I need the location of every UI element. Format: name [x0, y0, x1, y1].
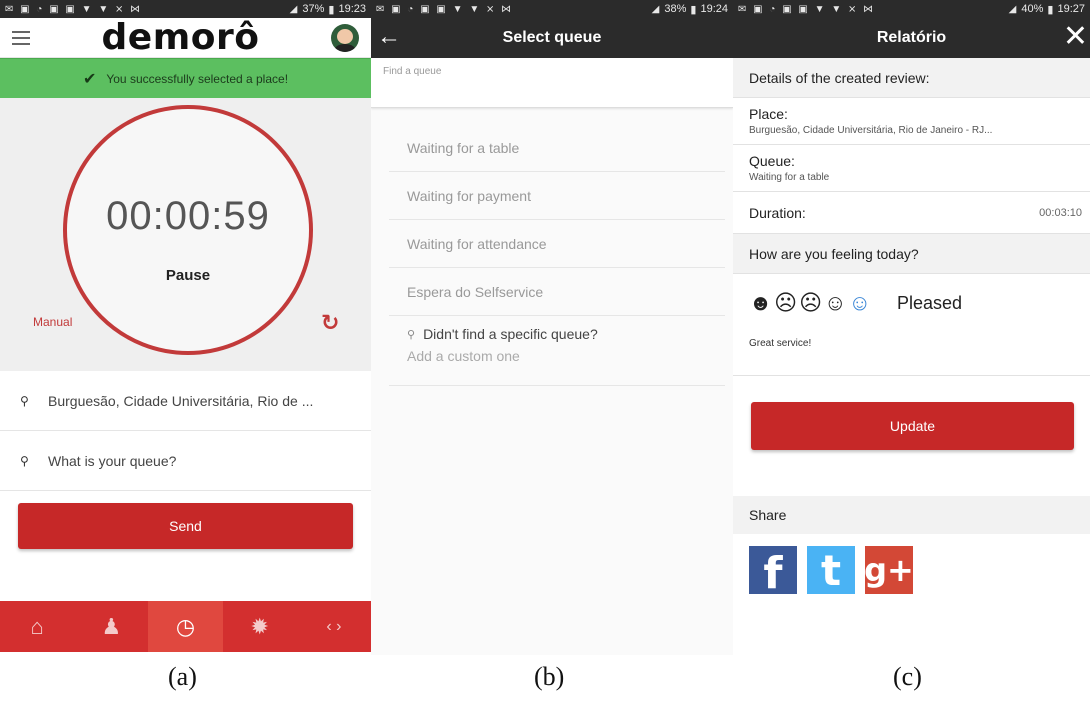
back-arrow-icon[interactable]: ← — [377, 23, 401, 51]
send-button[interactable]: Send — [18, 503, 353, 549]
status-bar: ✉ ▣ ◔ ▣ ▣ ▼ ▼ ⨯ ⋈ ◢ 38% ▮ 19:24 — [371, 0, 733, 18]
neutral-face-icon[interactable]: ☹ — [799, 290, 822, 316]
signal-icon: ◢ — [289, 3, 299, 15]
clock-time: 19:24 — [700, 3, 728, 15]
avatar[interactable] — [330, 23, 359, 52]
battery-icon: ▮ — [690, 3, 697, 16]
location-pin-icon: ⚲ — [20, 393, 29, 408]
queue-item[interactable]: Espera do Selfservice — [389, 268, 725, 316]
app-header: demorô — [0, 17, 371, 58]
home-icon: ⌂ — [30, 613, 44, 639]
signal-icon: ◢ — [651, 3, 661, 15]
duration-value: 00:03:10 — [1039, 206, 1082, 219]
battery-level: 37% — [302, 3, 325, 15]
place-value: Burguesão, Cidade Universitária, Rio de … — [749, 125, 993, 136]
smile-face-icon[interactable]: ☺ — [824, 290, 846, 316]
add-custom-link[interactable]: Add a custom one — [407, 348, 725, 364]
comment-input[interactable]: Great service! — [733, 332, 1090, 376]
update-button[interactable]: Update — [751, 402, 1074, 450]
close-icon[interactable]: ✕ — [1063, 20, 1088, 54]
mood-selector: ☻ ☹ ☹ ☺ ☺ Pleased — [733, 274, 1090, 332]
queue-value: Waiting for a table — [749, 172, 830, 183]
tab-home[interactable]: ⌂ — [0, 601, 74, 652]
code-icon: ‹ › — [326, 617, 342, 635]
clock-time: 19:23 — [338, 3, 366, 15]
location-pin-icon: ⚲ — [407, 328, 416, 341]
location-pin-icon: ⚲ — [20, 453, 29, 468]
queue-placeholder: What is your queue? — [48, 452, 177, 469]
status-bar: ✉ ▣ ◔ ▣ ▣ ▼ ▼ ⨯ ⋈ ◢ 37% ▮ 19:23 — [0, 0, 371, 18]
pleased-face-icon[interactable]: ☺ — [849, 290, 871, 316]
checkmark-icon: ✔ — [82, 70, 97, 88]
notification-icons: ✉ ▣ ◔ ▣ ▣ ▼ ▼ ⨯ ⋈ — [5, 3, 143, 15]
timer-display: 00:00:59 — [106, 194, 270, 238]
place-label: Place: — [749, 106, 788, 122]
tab-code[interactable]: ‹ › — [297, 601, 371, 652]
signal-icon: ◢ — [1008, 3, 1018, 15]
place-value: Burguesão, Cidade Universitária, Rio de … — [48, 392, 314, 409]
duration-label: Duration: — [749, 204, 806, 221]
queue-item[interactable]: Waiting for a table — [389, 124, 725, 172]
details-heading: Details of the created review: — [733, 58, 1090, 98]
battery-level: 40% — [1021, 3, 1044, 15]
bottom-tab-bar: ⌂ ♟ ◷ ✹ ‹ › — [0, 601, 371, 652]
app-header: Relatório ✕ — [733, 18, 1090, 58]
social-buttons: f t g+ — [733, 534, 1090, 606]
mood-label: Pleased — [896, 292, 963, 313]
app-logo: demorô — [101, 17, 260, 58]
caption-b: (b) — [534, 662, 565, 691]
clock-icon: ◷ — [175, 613, 196, 639]
tab-profile[interactable]: ♟ — [74, 601, 148, 652]
app-header: ← Select queue — [371, 18, 733, 58]
queue-field[interactable]: ⚲ What is your queue? — [0, 431, 371, 491]
queue-detail: Queue: Waiting for a table — [733, 145, 1090, 192]
user-icon: ♟ — [101, 613, 122, 639]
success-banner: ✔ You successfully selected a place! — [0, 58, 371, 98]
page-title: Select queue — [502, 29, 602, 46]
share-heading: Share — [733, 496, 1090, 534]
battery-icon: ▮ — [328, 3, 335, 16]
very-happy-face-icon[interactable]: ☻ — [749, 290, 772, 316]
battery-icon: ▮ — [1047, 3, 1054, 16]
screen-timer: ✉ ▣ ◔ ▣ ▣ ▼ ▼ ⨯ ⋈ ◢ 37% ▮ 19:23 demorô ✔… — [0, 0, 371, 655]
queue-item[interactable]: Waiting for payment — [389, 172, 725, 220]
status-bar: ✉ ▣ ◔ ▣ ▣ ▼ ▼ ⨯ ⋈ ◢ 40% ▮ 19:27 — [733, 0, 1090, 18]
manual-button[interactable]: Manual — [33, 315, 72, 329]
caption-a: (a) — [168, 662, 197, 691]
custom-queue-item[interactable]: ⚲ Didn't find a specific queue? Add a cu… — [389, 316, 725, 386]
tab-timer[interactable]: ◷ — [148, 601, 223, 652]
refresh-icon[interactable]: ↻ — [321, 310, 339, 336]
google-plus-icon[interactable]: g+ — [864, 546, 914, 594]
notification-icons: ✉ ▣ ◔ ▣ ▣ ▼ ▼ ⨯ ⋈ — [376, 3, 514, 15]
gear-icon: ✹ — [250, 613, 269, 639]
notification-icons: ✉ ▣ ◔ ▣ ▣ ▼ ▼ ⨯ ⋈ — [738, 3, 876, 15]
facebook-icon[interactable]: f — [749, 546, 797, 599]
success-message: You successfully selected a place! — [106, 71, 289, 86]
screen-select-queue: ✉ ▣ ◔ ▣ ▣ ▼ ▼ ⨯ ⋈ ◢ 38% ▮ 19:24 ← Select… — [371, 0, 733, 655]
queue-label: Queue: — [749, 153, 795, 169]
feeling-heading: How are you feeling today? — [733, 234, 1090, 274]
search-input[interactable]: Find a queue — [371, 58, 733, 108]
page-title: Relatório — [876, 29, 947, 46]
clock-time: 19:27 — [1057, 3, 1085, 15]
timer-panel: 00:00:59 Pause Manual ↻ — [0, 98, 371, 371]
timer-ring: 00:00:59 Pause — [63, 105, 313, 355]
battery-level: 38% — [664, 3, 687, 15]
screen-report: ✉ ▣ ◔ ▣ ▣ ▼ ▼ ⨯ ⋈ ◢ 40% ▮ 19:27 Relatóri… — [733, 0, 1090, 655]
tab-settings[interactable]: ✹ — [223, 601, 297, 652]
queue-list: Waiting for a table Waiting for payment … — [389, 124, 725, 386]
search-placeholder: Find a queue — [383, 66, 442, 77]
place-field[interactable]: ⚲ Burguesão, Cidade Universitária, Rio d… — [0, 371, 371, 431]
custom-question: Didn't find a specific queue? — [423, 326, 598, 342]
menu-icon[interactable] — [12, 30, 30, 45]
queue-item[interactable]: Waiting for attendance — [389, 220, 725, 268]
sad-face-icon[interactable]: ☹ — [774, 290, 797, 316]
caption-c: (c) — [893, 662, 922, 691]
place-detail: Place: Burguesão, Cidade Universitária, … — [733, 98, 1090, 145]
duration-detail: Duration: 00:03:10 — [733, 192, 1090, 234]
pause-button[interactable]: Pause — [67, 267, 309, 284]
twitter-icon[interactable]: t — [807, 546, 855, 595]
